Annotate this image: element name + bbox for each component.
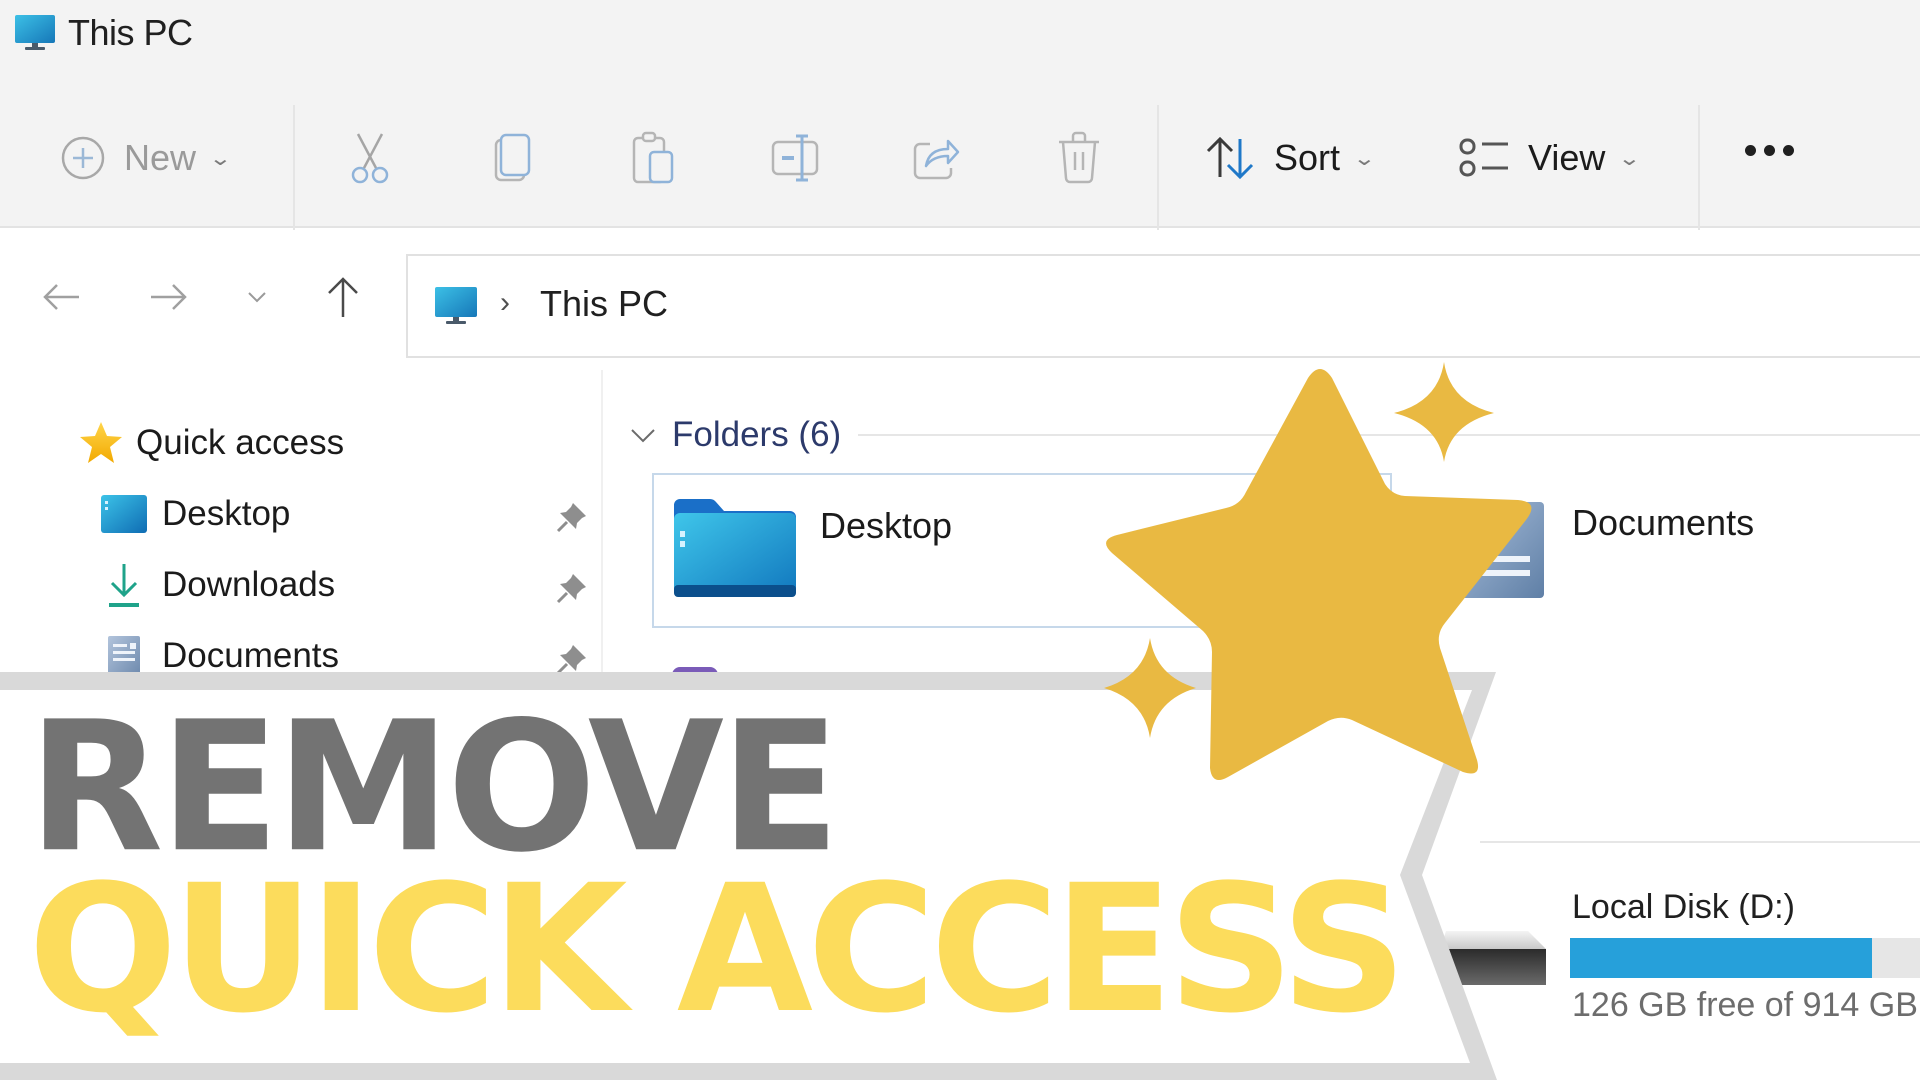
window-title: This PC bbox=[68, 12, 193, 53]
arrow-right-icon bbox=[151, 284, 187, 310]
documents-icon bbox=[108, 636, 140, 676]
desktop-folder-icon bbox=[101, 495, 147, 533]
sparkle-icon bbox=[1394, 362, 1494, 462]
up-button[interactable] bbox=[318, 272, 368, 322]
share-icon bbox=[913, 139, 960, 180]
sidebar-item-documents[interactable]: Documents bbox=[106, 628, 339, 684]
recent-locations-button[interactable] bbox=[232, 272, 282, 322]
arrow-left-icon bbox=[43, 284, 79, 310]
title-bar: This PC bbox=[0, 0, 1920, 95]
toolbar-separator bbox=[1157, 105, 1159, 233]
more-ellipsis-dot bbox=[1783, 145, 1794, 156]
chevron-down-icon: ⌄ bbox=[1352, 147, 1377, 170]
star-icon bbox=[80, 422, 122, 463]
paste-button[interactable] bbox=[630, 123, 678, 193]
folders-group-header[interactable]: Folders (6) bbox=[628, 410, 841, 460]
more-ellipsis-dot bbox=[1764, 145, 1775, 156]
download-icon bbox=[109, 564, 139, 607]
breadcrumb-this-pc[interactable]: This PC bbox=[540, 283, 668, 325]
sort-arrows-icon bbox=[1206, 136, 1254, 180]
new-label: New bbox=[124, 137, 197, 178]
cut-button[interactable] bbox=[346, 123, 394, 193]
toolbar-separator bbox=[293, 105, 295, 233]
folders-group-title: Folders (6) bbox=[672, 415, 842, 454]
drive-name[interactable]: Local Disk (D:) bbox=[1572, 888, 1795, 927]
sparkle-icon bbox=[1104, 638, 1196, 738]
folder-name-documents[interactable]: Documents bbox=[1572, 502, 1754, 544]
view-list-icon bbox=[1459, 138, 1508, 177]
share-button[interactable] bbox=[912, 123, 962, 193]
scissors-icon bbox=[351, 133, 389, 184]
drive-free-space: 126 GB free of 914 GB bbox=[1572, 986, 1918, 1024]
sidebar-item-desktop[interactable]: Desktop bbox=[100, 486, 290, 542]
view-button[interactable]: View ⌄ bbox=[1458, 123, 1642, 193]
trash-icon bbox=[1059, 131, 1099, 184]
sort-label: Sort bbox=[1274, 137, 1341, 178]
sidebar-item-label: Documents bbox=[162, 636, 340, 675]
pin-icon[interactable] bbox=[555, 571, 589, 605]
drive-usage-fill bbox=[1570, 938, 1872, 978]
command-bar: New ⌄ Sort ⌄ View ⌄ bbox=[0, 95, 1920, 233]
folder-name: Desktop bbox=[820, 505, 953, 546]
pin-icon[interactable] bbox=[555, 500, 589, 534]
chevron-down-icon: ⌄ bbox=[1618, 147, 1642, 170]
hard-drive-icon bbox=[1440, 931, 1546, 985]
monitor-icon bbox=[15, 15, 55, 50]
chevron-down-icon bbox=[631, 429, 655, 443]
group-divider bbox=[858, 434, 1920, 436]
sidebar-item-downloads[interactable]: Downloads bbox=[104, 557, 335, 613]
drive-usage-bar bbox=[1570, 938, 1920, 978]
more-options-button[interactable] bbox=[1745, 145, 1794, 156]
back-button[interactable] bbox=[36, 272, 86, 322]
rename-icon bbox=[771, 134, 819, 182]
music-folder-icon bbox=[672, 667, 718, 679]
toolbar-separator bbox=[1698, 105, 1700, 233]
forward-button[interactable] bbox=[144, 272, 194, 322]
sidebar-item-label: Downloads bbox=[162, 565, 336, 604]
chevron-down-icon: ⌄ bbox=[208, 147, 233, 170]
sidebar-item-label: Quick access bbox=[136, 423, 345, 462]
sidebar-item-quick-access[interactable]: Quick access bbox=[78, 415, 344, 471]
arrow-up-icon bbox=[328, 277, 358, 317]
delete-button[interactable] bbox=[1055, 123, 1103, 193]
clipboard-icon bbox=[632, 131, 674, 184]
desktop-folder-icon bbox=[674, 499, 796, 597]
rename-button[interactable] bbox=[770, 123, 822, 193]
headline-line-2: QUICK ACCESS bbox=[28, 847, 1407, 1052]
address-bar[interactable]: › This PC bbox=[406, 254, 1920, 358]
documents-icon bbox=[1460, 502, 1544, 598]
sort-button[interactable]: Sort ⌄ bbox=[1204, 123, 1377, 193]
navigation-bar: › This PC bbox=[0, 230, 1920, 370]
new-button[interactable]: New ⌄ bbox=[60, 123, 233, 193]
chevron-down-icon bbox=[248, 292, 266, 303]
copy-button[interactable] bbox=[490, 123, 534, 193]
folder-tile-desktop[interactable]: Desktop bbox=[652, 473, 1392, 628]
view-label: View bbox=[1528, 137, 1606, 178]
breadcrumb-separator-icon: › bbox=[500, 286, 510, 319]
monitor-icon bbox=[435, 287, 477, 324]
drives-divider bbox=[1480, 841, 1920, 843]
pin-icon[interactable] bbox=[555, 642, 589, 676]
more-ellipsis-icon bbox=[1745, 145, 1756, 156]
plus-circle-icon bbox=[61, 136, 105, 180]
copy-icon bbox=[494, 133, 531, 182]
sidebar-item-label: Desktop bbox=[162, 494, 291, 533]
